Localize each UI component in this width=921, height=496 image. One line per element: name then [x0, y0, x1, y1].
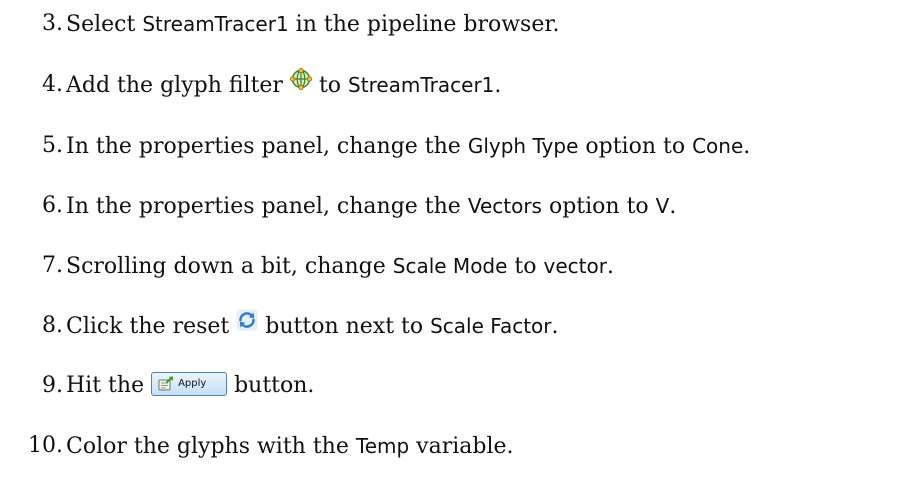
step-number: 8. [42, 313, 63, 338]
step-text: button next to [258, 314, 431, 339]
apply-icon [158, 376, 174, 401]
step-number: 10. [28, 433, 63, 458]
step-text: Color the glyphs with the [66, 434, 356, 459]
step-text: . [743, 134, 751, 159]
step-text: Click the reset [66, 314, 237, 339]
step-text: . [551, 314, 559, 339]
ui-term: StreamTracer1 [142, 12, 289, 36]
step-text: Add the glyph filter [66, 73, 290, 98]
step-text: Scrolling down a bit, change [66, 254, 393, 279]
ui-term: Scale Factor [430, 314, 552, 338]
step-number: 7. [42, 253, 63, 278]
glyph-filter-icon [289, 64, 312, 104]
step-text: . [494, 73, 502, 98]
step-text: option to [578, 134, 693, 159]
ui-term: StreamTracer1 [348, 73, 495, 97]
apply-button[interactable]: Apply [151, 372, 228, 396]
step-text: option to [541, 194, 656, 219]
ui-term: Scale Mode [392, 254, 508, 278]
ui-term: vector [543, 254, 607, 278]
ui-term: Cone [692, 134, 744, 158]
step-text: variable. [409, 434, 514, 459]
step-number: 5. [42, 133, 63, 158]
ui-term: Glyph Type [467, 134, 579, 158]
step-text: In the properties panel, change the [66, 134, 468, 159]
reset-icon [236, 305, 258, 345]
step-number: 4. [42, 72, 63, 97]
step-text: Hit the [66, 373, 152, 398]
ui-term: Vectors [467, 194, 542, 218]
step-text: . [606, 254, 614, 279]
step-text: to [507, 254, 544, 279]
ui-term: Temp [355, 434, 410, 458]
step-text: Select [66, 12, 143, 37]
step-text: In the properties panel, change the [66, 194, 468, 219]
step-number: 3. [42, 11, 63, 36]
step-text: to [311, 73, 349, 98]
step-text: . [669, 194, 677, 219]
step-text: in the pipeline browser. [288, 12, 560, 37]
ui-term: V [655, 194, 670, 218]
step-text: button. [227, 373, 315, 398]
apply-button-label: Apply [178, 378, 207, 389]
step-number: 6. [42, 193, 63, 218]
step-number: 9. [42, 373, 63, 398]
